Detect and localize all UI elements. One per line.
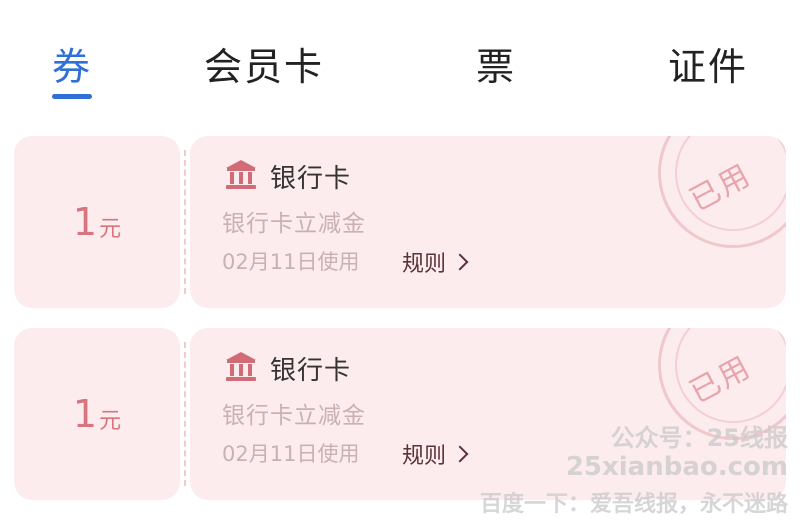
tab-tickets[interactable]: 票 <box>476 36 516 91</box>
tab-documents[interactable]: 证件 <box>668 36 748 91</box>
used-date: 02月11日使用 <box>222 250 360 274</box>
amount-unit: 元 <box>99 217 122 242</box>
tab-membership-cards[interactable]: 会员卡 <box>204 36 324 91</box>
coupon-amount: 1 元 <box>14 328 180 500</box>
tab-bar: 券 会员卡 票 证件 <box>0 0 800 110</box>
chevron-right-icon <box>451 253 469 271</box>
coupon-perforation <box>184 342 186 486</box>
bank-icon <box>226 352 256 381</box>
rules-link[interactable]: 规则 <box>402 246 469 278</box>
rules-label: 规则 <box>402 444 447 469</box>
issuer-name: 银行卡 <box>270 164 352 194</box>
watermark-line-2: 25xianbao.com <box>565 452 788 482</box>
watermark-line-1: 公众号：25线报 <box>610 424 788 452</box>
rules-label: 规则 <box>402 252 447 277</box>
used-date: 02月11日使用 <box>222 442 360 466</box>
issuer-name: 银行卡 <box>270 356 352 386</box>
used-stamp: 已用 <box>658 136 786 248</box>
amount-unit: 元 <box>99 409 122 434</box>
coupon-amount: 1 元 <box>14 136 180 308</box>
tab-coupons[interactable]: 券 <box>52 36 92 91</box>
coupon-card[interactable]: 已用 1 元 银行卡 银行卡立减金 02月11日使用 规则 <box>14 136 786 308</box>
amount-value: 1 <box>72 392 98 436</box>
bank-icon <box>226 160 256 189</box>
watermark-line-3: 百度一下：爱吾线报，永不迷路 <box>479 492 788 517</box>
rules-link[interactable]: 规则 <box>402 438 469 470</box>
coupon-perforation <box>184 150 186 294</box>
coupon-description: 银行卡立减金 <box>222 403 366 429</box>
amount-value: 1 <box>72 200 98 244</box>
coupon-description: 银行卡立减金 <box>222 211 366 237</box>
active-tab-indicator <box>52 94 92 99</box>
chevron-right-icon <box>451 445 469 463</box>
